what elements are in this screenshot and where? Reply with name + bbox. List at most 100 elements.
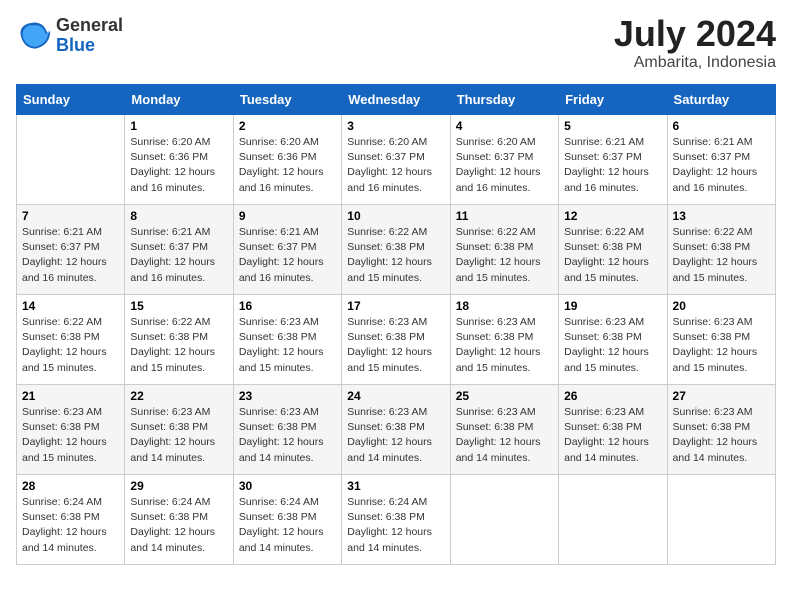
day-cell: 13Sunrise: 6:22 AMSunset: 6:38 PMDayligh… [667, 205, 775, 295]
logo-blue: Blue [56, 36, 123, 56]
day-info: Sunrise: 6:21 AMSunset: 6:37 PMDaylight:… [130, 225, 227, 286]
day-info: Sunrise: 6:22 AMSunset: 6:38 PMDaylight:… [564, 225, 661, 286]
day-cell: 24 Sunrise: 6:23 AMSunset: 6:38 PMDayligh… [342, 385, 450, 475]
day-cell: 16 Sunrise: 6:23 AMSunset: 6:38 PMDayligh… [233, 295, 341, 385]
header-cell-tuesday: Tuesday [233, 85, 341, 115]
day-info: Sunrise: 6:23 AMSunset: 6:38 PMDaylight:… [456, 315, 553, 376]
day-info: Sunrise: 6:24 AMSunset: 6:38 PMDaylight:… [130, 495, 227, 556]
logo: General Blue [16, 16, 123, 56]
day-cell: 30 Sunrise: 6:24 AMSunset: 6:38 PMDayligh… [233, 475, 341, 565]
day-cell: 10Sunrise: 6:22 AMSunset: 6:38 PMDayligh… [342, 205, 450, 295]
day-number: 24 [347, 389, 444, 403]
day-info: Sunrise: 6:22 AMSunset: 6:38 PMDaylight:… [673, 225, 770, 286]
day-info: Sunrise: 6:22 AMSunset: 6:38 PMDaylight:… [130, 315, 227, 376]
week-row-3: 14Sunrise: 6:22 AMSunset: 6:38 PMDayligh… [17, 295, 776, 385]
header-row: SundayMondayTuesdayWednesdayThursdayFrid… [17, 85, 776, 115]
header-cell-saturday: Saturday [667, 85, 775, 115]
day-cell: 6 Sunrise: 6:21 AMSunset: 6:37 PMDaylight… [667, 115, 775, 205]
day-number: 9 [239, 209, 336, 223]
calendar-body: 1 Sunrise: 6:20 AMSunset: 6:36 PMDaylight… [17, 115, 776, 565]
day-cell [559, 475, 667, 565]
day-info: Sunrise: 6:23 AMSunset: 6:38 PMDaylight:… [673, 405, 770, 466]
day-info: Sunrise: 6:23 AMSunset: 6:38 PMDaylight:… [673, 315, 770, 376]
day-number: 27 [673, 389, 770, 403]
day-cell [450, 475, 558, 565]
day-number: 1 [130, 119, 227, 133]
day-number: 2 [239, 119, 336, 133]
page-header: General Blue July 2024 Ambarita, Indones… [16, 16, 776, 72]
day-info: Sunrise: 6:21 AMSunset: 6:37 PMDaylight:… [239, 225, 336, 286]
day-cell: 27 Sunrise: 6:23 AMSunset: 6:38 PMDayligh… [667, 385, 775, 475]
calendar-header: SundayMondayTuesdayWednesdayThursdayFrid… [17, 85, 776, 115]
week-row-1: 1 Sunrise: 6:20 AMSunset: 6:36 PMDaylight… [17, 115, 776, 205]
day-info: Sunrise: 6:24 AMSunset: 6:38 PMDaylight:… [347, 495, 444, 556]
day-info: Sunrise: 6:23 AMSunset: 6:38 PMDaylight:… [347, 315, 444, 376]
day-number: 16 [239, 299, 336, 313]
header-cell-thursday: Thursday [450, 85, 558, 115]
day-cell: 23Sunrise: 6:23 AMSunset: 6:38 PMDayligh… [233, 385, 341, 475]
day-number: 19 [564, 299, 661, 313]
day-number: 3 [347, 119, 444, 133]
day-number: 20 [673, 299, 770, 313]
day-info: Sunrise: 6:20 AMSunset: 6:36 PMDaylight:… [130, 135, 227, 196]
day-number: 29 [130, 479, 227, 493]
logo-text: General Blue [56, 16, 123, 56]
day-cell: 5 Sunrise: 6:21 AMSunset: 6:37 PMDaylight… [559, 115, 667, 205]
day-cell [17, 115, 125, 205]
month-title: July 2024 [614, 16, 776, 52]
day-info: Sunrise: 6:23 AMSunset: 6:38 PMDaylight:… [239, 315, 336, 376]
day-number: 25 [456, 389, 553, 403]
day-info: Sunrise: 6:23 AMSunset: 6:38 PMDaylight:… [22, 405, 119, 466]
day-cell: 4Sunrise: 6:20 AMSunset: 6:37 PMDaylight… [450, 115, 558, 205]
day-info: Sunrise: 6:23 AMSunset: 6:38 PMDaylight:… [239, 405, 336, 466]
day-info: Sunrise: 6:23 AMSunset: 6:38 PMDaylight:… [347, 405, 444, 466]
day-cell: 7Sunrise: 6:21 AMSunset: 6:37 PMDaylight… [17, 205, 125, 295]
day-cell: 21 Sunrise: 6:23 AMSunset: 6:38 PMDayligh… [17, 385, 125, 475]
day-number: 26 [564, 389, 661, 403]
day-cell: 2 Sunrise: 6:20 AMSunset: 6:36 PMDaylight… [233, 115, 341, 205]
day-number: 8 [130, 209, 227, 223]
day-info: Sunrise: 6:20 AMSunset: 6:36 PMDaylight:… [239, 135, 336, 196]
header-cell-sunday: Sunday [17, 85, 125, 115]
day-info: Sunrise: 6:22 AMSunset: 6:38 PMDaylight:… [347, 225, 444, 286]
day-number: 21 [22, 389, 119, 403]
day-number: 7 [22, 209, 119, 223]
day-info: Sunrise: 6:21 AMSunset: 6:37 PMDaylight:… [564, 135, 661, 196]
header-cell-monday: Monday [125, 85, 233, 115]
day-info: Sunrise: 6:24 AMSunset: 6:38 PMDaylight:… [22, 495, 119, 556]
day-info: Sunrise: 6:21 AMSunset: 6:37 PMDaylight:… [673, 135, 770, 196]
day-number: 31 [347, 479, 444, 493]
day-info: Sunrise: 6:24 AMSunset: 6:38 PMDaylight:… [239, 495, 336, 556]
day-cell: 31 Sunrise: 6:24 AMSunset: 6:38 PMDayligh… [342, 475, 450, 565]
day-number: 12 [564, 209, 661, 223]
day-cell: 20 Sunrise: 6:23 AMSunset: 6:38 PMDayligh… [667, 295, 775, 385]
day-number: 28 [22, 479, 119, 493]
day-info: Sunrise: 6:23 AMSunset: 6:38 PMDaylight:… [130, 405, 227, 466]
day-info: Sunrise: 6:23 AMSunset: 6:38 PMDaylight:… [456, 405, 553, 466]
day-info: Sunrise: 6:20 AMSunset: 6:37 PMDaylight:… [456, 135, 553, 196]
day-cell: 22 Sunrise: 6:23 AMSunset: 6:38 PMDayligh… [125, 385, 233, 475]
day-number: 17 [347, 299, 444, 313]
day-info: Sunrise: 6:20 AMSunset: 6:37 PMDaylight:… [347, 135, 444, 196]
calendar-table: SundayMondayTuesdayWednesdayThursdayFrid… [16, 84, 776, 565]
day-cell: 12 Sunrise: 6:22 AMSunset: 6:38 PMDayligh… [559, 205, 667, 295]
day-info: Sunrise: 6:22 AMSunset: 6:38 PMDaylight:… [456, 225, 553, 286]
day-cell: 25 Sunrise: 6:23 AMSunset: 6:38 PMDayligh… [450, 385, 558, 475]
day-number: 6 [673, 119, 770, 133]
day-cell: 17 Sunrise: 6:23 AMSunset: 6:38 PMDayligh… [342, 295, 450, 385]
day-cell: 15 Sunrise: 6:22 AMSunset: 6:38 PMDayligh… [125, 295, 233, 385]
location: Ambarita, Indonesia [614, 54, 776, 72]
day-number: 22 [130, 389, 227, 403]
day-cell: 3 Sunrise: 6:20 AMSunset: 6:37 PMDaylight… [342, 115, 450, 205]
day-number: 15 [130, 299, 227, 313]
day-number: 11 [456, 209, 553, 223]
day-info: Sunrise: 6:22 AMSunset: 6:38 PMDaylight:… [22, 315, 119, 376]
week-row-2: 7 Sunrise: 6:21 AMSunset: 6:37 PMDaylight… [17, 205, 776, 295]
day-info: Sunrise: 6:23 AMSunset: 6:38 PMDaylight:… [564, 315, 661, 376]
logo-general: General [56, 16, 123, 36]
day-cell: 29 Sunrise: 6:24 AMSunset: 6:38 PMDayligh… [125, 475, 233, 565]
day-number: 5 [564, 119, 661, 133]
day-cell: 11 Sunrise: 6:22 AMSunset: 6:38 PMDayligh… [450, 205, 558, 295]
week-row-4: 21 Sunrise: 6:23 AMSunset: 6:38 PMDayligh… [17, 385, 776, 475]
day-number: 30 [239, 479, 336, 493]
